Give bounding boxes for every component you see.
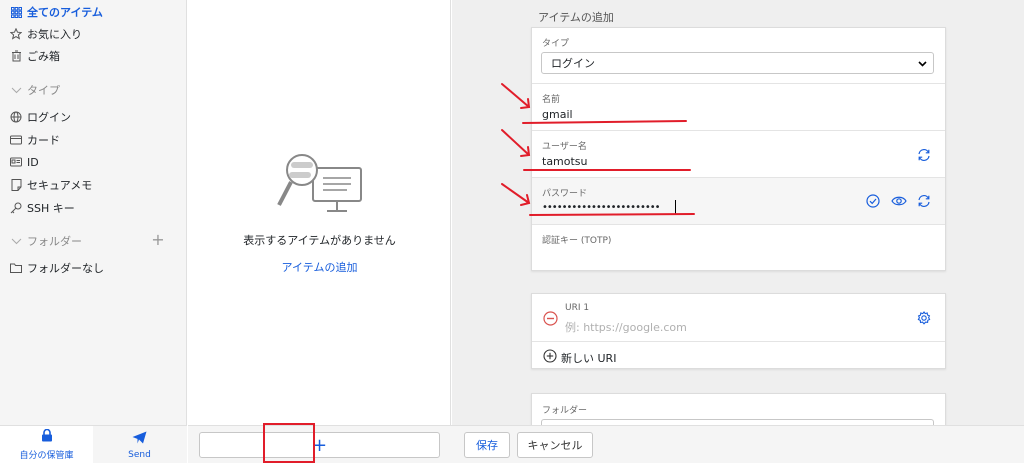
sidebar-item-secure-note[interactable]: セキュアメモ — [10, 176, 92, 194]
eye-icon[interactable] — [891, 194, 907, 208]
totp-row[interactable]: 認証キー (TOTP) — [532, 225, 945, 270]
text-cursor — [675, 200, 676, 214]
uri-row[interactable]: URI 1 例: https://google.com — [532, 294, 945, 342]
no-items-illustration-icon — [275, 150, 365, 220]
type-select-value: ログイン — [551, 57, 595, 70]
chevron-down-icon — [10, 235, 22, 247]
grid-icon — [10, 6, 22, 18]
sidebar-item-id[interactable]: ID — [10, 153, 39, 171]
chevron-down-icon — [918, 57, 927, 70]
add-folder-icon[interactable]: + — [151, 232, 165, 248]
password-label: パスワード — [542, 189, 588, 199]
remove-uri-icon[interactable] — [543, 311, 558, 326]
uri-label: URI 1 — [565, 303, 590, 313]
key-icon — [10, 202, 22, 214]
generate-username-icon[interactable] — [917, 148, 931, 162]
name-input[interactable]: gmail — [542, 108, 573, 121]
sidebar-item-label: フォルダーなし — [27, 262, 104, 275]
sidebar-item-ssh-key[interactable]: SSH キー — [10, 199, 75, 217]
name-row[interactable]: 名前 gmail — [532, 84, 945, 131]
add-item-form-panel: アイテムの追加 タイプ ログイン 名前 gmail ユーザー名 tamotsu … — [452, 0, 1024, 433]
sidebar-item-login[interactable]: ログイン — [10, 108, 71, 126]
add-item-link[interactable]: アイテムの追加 — [188, 259, 451, 275]
bottom-nav: 自分の保管庫 Send — [0, 425, 187, 463]
sidebar-item-label: カード — [27, 134, 60, 147]
sidebar-item-label: SSH キー — [27, 202, 75, 215]
globe-icon — [10, 111, 22, 123]
totp-label: 認証キー (TOTP) — [542, 236, 612, 246]
form-title: アイテムの追加 — [538, 11, 614, 24]
save-button[interactable]: 保存 — [464, 432, 510, 458]
heading-label: フォルダー — [27, 235, 82, 248]
generate-password-icon[interactable] — [917, 194, 931, 208]
type-label: タイプ — [542, 39, 570, 49]
add-item-button[interactable]: + — [199, 432, 440, 458]
plus-circle-icon — [543, 349, 557, 366]
sidebar-item-card[interactable]: カード — [10, 131, 60, 149]
name-label: 名前 — [542, 95, 561, 105]
save-annotation-box — [263, 423, 315, 463]
sidebar-item-favorites[interactable]: お気に入り — [10, 25, 82, 43]
sidebar-item-all-items[interactable]: 全てのアイテム — [10, 3, 103, 21]
gear-icon[interactable] — [917, 311, 931, 325]
sidebar-item-label: 全てのアイテム — [27, 6, 103, 19]
new-uri-button[interactable]: 新しい URI — [543, 349, 616, 366]
uri-card: URI 1 例: https://google.com 新しい URI — [531, 293, 946, 369]
trash-icon — [10, 50, 22, 62]
new-uri-label: 新しい URI — [561, 351, 617, 365]
sidebar: 全てのアイテム お気に入り ごみ箱 タイプ ログイン カード ID セキュアメモ… — [0, 0, 187, 425]
password-row[interactable]: パスワード •••••••••••••••••••••••• — [532, 178, 945, 225]
credit-card-icon — [10, 134, 22, 146]
folder-icon — [10, 262, 22, 274]
sidebar-item-no-folder[interactable]: フォルダーなし — [10, 259, 104, 277]
nav-tab-send[interactable]: Send — [93, 426, 186, 463]
type-select[interactable]: ログイン — [541, 52, 934, 74]
username-label: ユーザー名 — [542, 142, 587, 152]
uri-input[interactable]: 例: https://google.com — [565, 319, 687, 335]
lock-icon — [41, 428, 53, 445]
nav-tab-label: 自分の保管庫 — [19, 451, 74, 461]
username-row[interactable]: ユーザー名 tamotsu — [532, 131, 945, 178]
sidebar-item-label: ログイン — [27, 111, 71, 124]
nav-tab-label: Send — [128, 449, 151, 460]
cancel-button[interactable]: キャンセル — [517, 432, 593, 458]
note-icon — [10, 179, 22, 191]
item-details-card: タイプ ログイン 名前 gmail ユーザー名 tamotsu パスワード ••… — [531, 27, 946, 271]
empty-state-message: 表示するアイテムがありません — [243, 234, 396, 247]
password-input[interactable]: •••••••••••••••••••••••• — [542, 202, 661, 213]
sidebar-item-label: セキュアメモ — [27, 179, 93, 192]
sidebar-item-label: ID — [27, 155, 39, 169]
send-icon — [132, 431, 147, 447]
type-row: タイプ ログイン — [532, 28, 945, 84]
sidebar-item-label: お気に入り — [27, 28, 82, 41]
sidebar-item-trash[interactable]: ごみ箱 — [10, 47, 60, 65]
folders-heading[interactable]: フォルダー — [10, 232, 82, 250]
id-card-icon — [10, 156, 22, 168]
star-icon — [10, 28, 22, 40]
chevron-down-icon — [10, 84, 22, 96]
item-list-panel: 表示するアイテムがありません アイテムの追加 — [188, 0, 451, 425]
folder-label: フォルダー — [542, 406, 588, 416]
types-heading[interactable]: タイプ — [10, 81, 60, 99]
check-password-icon[interactable] — [866, 194, 880, 208]
nav-tab-vault[interactable]: 自分の保管庫 — [0, 426, 93, 463]
sidebar-item-label: ごみ箱 — [27, 50, 60, 63]
heading-label: タイプ — [27, 84, 60, 97]
username-input[interactable]: tamotsu — [542, 155, 588, 168]
